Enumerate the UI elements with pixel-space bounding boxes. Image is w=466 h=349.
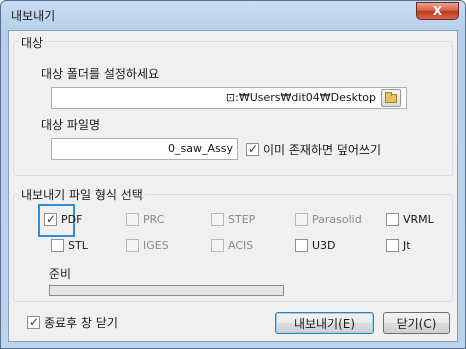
- format-parasolid-checkbox[interactable]: Parasolid: [295, 213, 362, 226]
- format-parasolid-label: Parasolid: [312, 213, 362, 226]
- format-prc-box[interactable]: [126, 213, 139, 226]
- folder-path-value: ⊡:₩Users₩dit04₩Desktop: [225, 91, 376, 104]
- format-u3d-checkbox[interactable]: U3D: [295, 239, 336, 252]
- export-button[interactable]: 내보내기(E): [275, 312, 374, 334]
- format-iges-checkbox[interactable]: IGES: [126, 239, 169, 252]
- close-after-checkbox[interactable]: 종료후 창 닫기: [27, 314, 118, 331]
- overwrite-checkbox-box[interactable]: [246, 142, 259, 156]
- format-jt-box[interactable]: [386, 239, 399, 252]
- window-title: 내보내기: [11, 9, 56, 23]
- format-vrml-box[interactable]: [386, 213, 399, 226]
- format-jt-checkbox[interactable]: Jt: [386, 239, 411, 252]
- format-iges-label: IGES: [143, 239, 169, 252]
- format-group-label: 내보내기 파일 형식 선택: [19, 186, 145, 203]
- status-label: 준비: [49, 267, 72, 281]
- format-u3d-label: U3D: [312, 239, 336, 252]
- folder-icon: [385, 92, 397, 103]
- format-iges-box[interactable]: [126, 239, 139, 252]
- close-after-checkbox-box[interactable]: [27, 315, 40, 329]
- format-pdf-box[interactable]: [44, 212, 57, 226]
- close-after-label: 종료후 창 닫기: [44, 316, 118, 330]
- format-acis-box[interactable]: [211, 239, 224, 252]
- format-pdf-checkbox[interactable]: PDF: [44, 212, 83, 226]
- close-icon: X: [432, 4, 443, 18]
- format-jt-label: Jt: [403, 239, 411, 252]
- folder-label: 대상 폴더를 설정하세요: [41, 67, 160, 81]
- format-vrml-label: VRML: [403, 213, 434, 226]
- export-progress-bar: [49, 285, 284, 296]
- title-bar[interactable]: 내보내기 X: [1, 1, 465, 29]
- browse-folder-button[interactable]: [381, 89, 401, 107]
- format-parasolid-box[interactable]: [295, 213, 308, 226]
- close-button[interactable]: 닫기(C): [383, 312, 450, 334]
- format-u3d-box[interactable]: [295, 239, 308, 252]
- overwrite-checkbox[interactable]: 이미 존재하면 덮어쓰기: [246, 141, 381, 158]
- format-step-box[interactable]: [211, 213, 224, 226]
- filename-value: 0_saw_Assy: [168, 142, 233, 155]
- filename-label: 대상 파일명: [41, 118, 101, 132]
- target-group-label: 대상: [19, 34, 46, 51]
- format-pdf-label: PDF: [61, 213, 83, 226]
- format-prc-label: PRC: [143, 213, 165, 226]
- format-prc-checkbox[interactable]: PRC: [126, 213, 164, 226]
- folder-path-input[interactable]: ⊡:₩Users₩dit04₩Desktop: [51, 87, 407, 109]
- format-step-checkbox[interactable]: STEP: [211, 213, 255, 226]
- export-button-label: 내보내기(E): [293, 316, 356, 331]
- overwrite-label: 이미 존재하면 덮어쓰기: [263, 143, 382, 157]
- format-stl-box[interactable]: [51, 239, 64, 252]
- format-stl-checkbox[interactable]: STL: [51, 239, 88, 252]
- filename-input[interactable]: 0_saw_Assy: [51, 138, 238, 160]
- export-dialog-window: 내보내기 X 대상 대상 폴더를 설정하세요 ⊡:₩Users₩dit04₩De…: [0, 0, 466, 349]
- format-acis-label: ACIS: [228, 239, 254, 252]
- format-vrml-checkbox[interactable]: VRML: [386, 213, 434, 226]
- format-step-label: STEP: [228, 213, 256, 226]
- format-stl-label: STL: [68, 239, 88, 252]
- close-button-label: 닫기(C): [396, 316, 437, 331]
- close-window-button[interactable]: X: [416, 2, 459, 20]
- format-acis-checkbox[interactable]: ACIS: [211, 239, 253, 252]
- dialog-client-area: 대상 대상 폴더를 설정하세요 ⊡:₩Users₩dit04₩Desktop 대…: [8, 30, 458, 342]
